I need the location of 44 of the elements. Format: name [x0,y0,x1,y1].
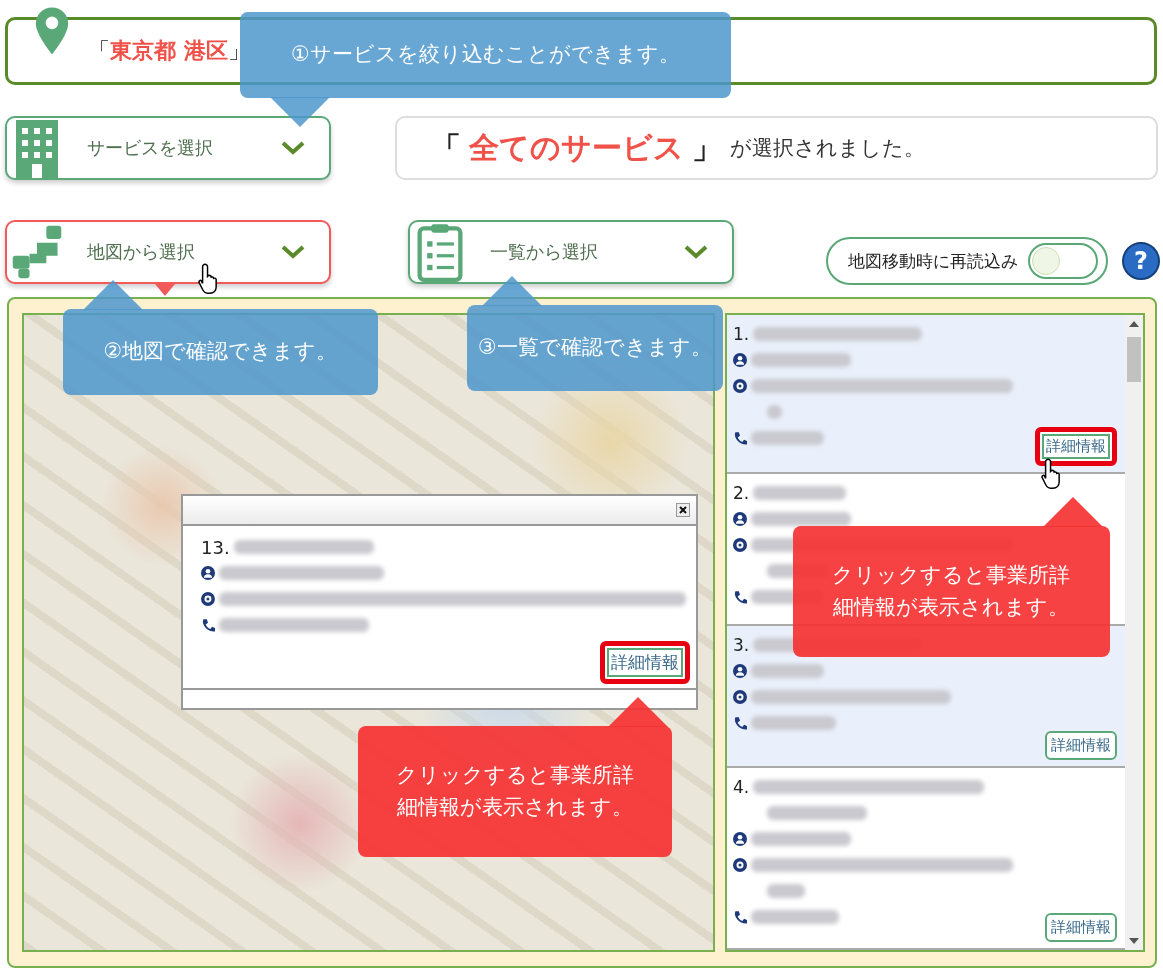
scrollbar[interactable] [1125,315,1143,950]
callout-pointer-icon [1043,497,1103,527]
result-number: 2. [733,483,750,503]
location-icon [733,379,747,393]
person-icon [733,512,747,526]
phone-icon [733,590,747,604]
callout-bubble: クリックすると事業所詳細情報が表示されます。 [793,526,1110,657]
help-button[interactable]: ? [1122,242,1160,280]
service-dropdown[interactable]: サービスを選択 [5,116,331,180]
callout-pointer-icon [83,280,143,310]
callout-pointer-icon [608,697,668,727]
person-icon [201,566,215,580]
scroll-up-icon[interactable] [1129,321,1139,327]
selection-status: 「 全てのサービス 」 が選択されました。 [395,116,1158,180]
phone-icon [733,910,747,925]
location-icon [733,538,747,552]
result-number: 4. [733,777,750,798]
location-icon [733,858,747,873]
callout-pointer-icon [482,276,542,306]
chevron-down-icon [281,244,305,260]
blurred-text [767,884,806,899]
scrollbar-thumb[interactable] [1127,337,1141,382]
person-icon [733,664,747,679]
view-dropdown[interactable]: 一覧から選択 [408,220,734,284]
close-icon[interactable] [676,503,690,517]
toggle-switch[interactable] [1028,243,1098,279]
map-pin-icon [34,5,70,57]
result-number: 13. [201,536,230,558]
chevron-down-icon [684,244,708,260]
chevron-down-icon [281,140,305,156]
person-icon [733,832,747,847]
result-number: 1. [733,324,750,344]
person-icon [733,353,747,367]
phone-icon [201,618,215,632]
scroll-down-icon[interactable] [1129,938,1139,944]
location-icon [201,592,215,606]
blurred-text [767,405,783,419]
location-icon [733,690,747,705]
phone-icon [733,716,747,731]
phone-icon [733,431,747,445]
callout-pointer-icon [270,97,330,127]
result-number: 3. [733,635,750,656]
reload-toggle[interactable]: 地図移動時に再読込み [826,237,1108,285]
callout-bubble: クリックすると事業所詳細情報が表示されます。 [358,726,672,857]
